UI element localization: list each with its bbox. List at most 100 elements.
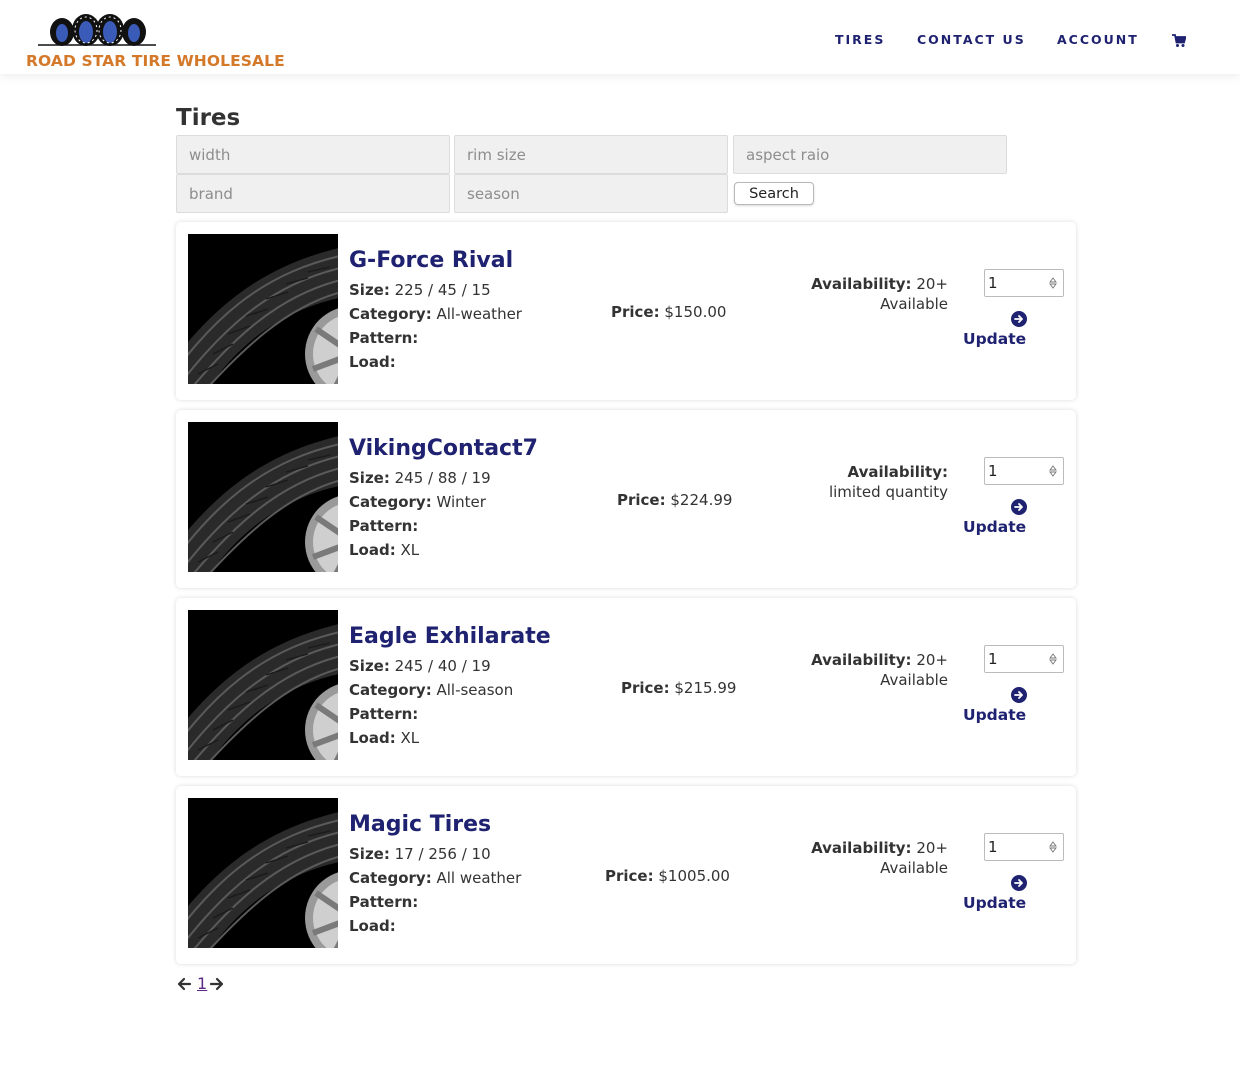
availability-label: Availability:: [847, 463, 949, 481]
price-label: Price:: [621, 679, 670, 697]
update-arrow-icon[interactable]: [1011, 311, 1027, 327]
rim-size-input[interactable]: [454, 135, 728, 174]
product-card: Eagle Exhilarate Size: 245 / 40 / 19 Cat…: [176, 598, 1076, 776]
availability-note: Available: [880, 859, 948, 877]
nav-account[interactable]: ACCOUNT: [1057, 32, 1139, 47]
load-row: Load:: [349, 353, 396, 371]
update-button[interactable]: Update: [963, 894, 1026, 912]
product-card: G-Force Rival Size: 225 / 45 / 15 Catego…: [176, 222, 1076, 400]
tire-image[interactable]: [188, 798, 338, 948]
product-card: VikingContact7 Size: 245 / 88 / 19 Categ…: [176, 410, 1076, 588]
size-value: 245 / 88 / 19: [394, 469, 491, 487]
price-row: Price: $215.99: [621, 679, 736, 697]
category-row: Category: Winter: [349, 493, 486, 511]
pattern-label: Pattern:: [349, 705, 419, 723]
price-value: $1005.00: [658, 867, 730, 885]
update-arrow-icon[interactable]: [1011, 687, 1027, 703]
size-row: Size: 245 / 88 / 19: [349, 469, 491, 487]
load-value: XL: [400, 729, 420, 747]
quantity-stepper-icon[interactable]: [1049, 653, 1057, 665]
size-label: Size:: [349, 657, 390, 675]
tire-photo-icon: [188, 234, 338, 384]
tire-image[interactable]: [188, 610, 338, 760]
category-label: Category:: [349, 305, 432, 323]
pattern-row: Pattern:: [349, 705, 418, 723]
tire-name-link[interactable]: G-Force Rival: [349, 248, 513, 273]
tire-name-link[interactable]: Magic Tires: [349, 812, 491, 837]
nav-contact-us[interactable]: CONTACT US: [917, 32, 1026, 47]
category-row: Category: All-season: [349, 681, 513, 699]
price-row: Price: $150.00: [611, 303, 726, 321]
price-label: Price:: [605, 867, 654, 885]
price-row: Price: $1005.00: [605, 867, 730, 885]
size-label: Size:: [349, 469, 390, 487]
availability-note: limited quantity: [828, 483, 948, 501]
update-arrow-icon[interactable]: [1011, 499, 1027, 515]
price-value: $224.99: [670, 491, 733, 509]
load-value: XL: [400, 541, 420, 559]
aspect-ratio-input[interactable]: [733, 135, 1007, 174]
quantity-stepper-icon[interactable]: [1049, 465, 1057, 477]
brand-name: ROAD STAR TIRE WHOLESALE: [26, 52, 285, 70]
availability-label: Availability:: [811, 651, 912, 669]
size-row: Size: 225 / 45 / 15: [349, 281, 491, 299]
tire-photo-icon: [188, 798, 338, 948]
width-input[interactable]: [176, 135, 450, 174]
quantity-stepper-icon[interactable]: [1049, 841, 1057, 853]
tire-name-link[interactable]: VikingContact7: [349, 436, 538, 461]
tire-image[interactable]: [188, 234, 338, 384]
category-value: All weather: [436, 869, 522, 887]
quantity-stepper-icon[interactable]: [1049, 277, 1057, 289]
cart-icon[interactable]: [1172, 34, 1186, 48]
tire-photo-icon: [188, 610, 338, 760]
availability-value: 20+: [916, 275, 948, 293]
page-title: Tires: [176, 105, 241, 131]
price-value: $215.99: [674, 679, 737, 697]
site-header: ROAD STAR TIRE WHOLESALE TIRES CONTACT U…: [0, 0, 1240, 74]
pattern-label: Pattern:: [349, 517, 419, 535]
load-row: Load:: [349, 917, 396, 935]
previous-page-arrow-icon[interactable]: [176, 976, 192, 992]
tire-photo-icon: [188, 422, 338, 572]
size-row: Size: 245 / 40 / 19: [349, 657, 491, 675]
pattern-row: Pattern:: [349, 517, 418, 535]
availability-note: Available: [880, 295, 948, 313]
next-page-arrow-icon[interactable]: [209, 976, 225, 992]
size-row: Size: 17 / 256 / 10: [349, 845, 491, 863]
availability: Availability: 20+ Available: [811, 838, 948, 878]
category-label: Category:: [349, 681, 432, 699]
availability-value: 20+: [916, 651, 948, 669]
category-value: All-season: [436, 681, 514, 699]
price-label: Price:: [617, 491, 666, 509]
load-row: Load: XL: [349, 729, 419, 747]
load-label: Load:: [349, 917, 396, 935]
category-value: Winter: [436, 493, 486, 511]
main-nav: TIRES CONTACT US ACCOUNT: [0, 32, 1240, 52]
size-value: 17 / 256 / 10: [394, 845, 491, 863]
availability-label: Availability:: [811, 275, 912, 293]
tire-name-link[interactable]: Eagle Exhilarate: [349, 624, 551, 649]
load-row: Load: XL: [349, 541, 419, 559]
season-input[interactable]: [454, 174, 728, 213]
size-value: 245 / 40 / 19: [394, 657, 491, 675]
size-label: Size:: [349, 281, 390, 299]
category-row: Category: All-weather: [349, 305, 522, 323]
pattern-row: Pattern:: [349, 329, 418, 347]
search-button[interactable]: Search: [734, 182, 814, 205]
update-button[interactable]: Update: [963, 518, 1026, 536]
category-label: Category:: [349, 869, 432, 887]
load-label: Load:: [349, 541, 396, 559]
category-row: Category: All weather: [349, 869, 521, 887]
load-label: Load:: [349, 353, 396, 371]
update-button[interactable]: Update: [963, 706, 1026, 724]
price-row: Price: $224.99: [617, 491, 732, 509]
availability: Availability: 20+ Available: [811, 274, 948, 314]
update-arrow-icon[interactable]: [1011, 875, 1027, 891]
nav-tires[interactable]: TIRES: [835, 32, 885, 47]
availability: Availability: limited quantity: [829, 462, 948, 502]
tire-image[interactable]: [188, 422, 338, 572]
update-button[interactable]: Update: [963, 330, 1026, 348]
brand-input[interactable]: [176, 174, 450, 213]
pattern-row: Pattern:: [349, 893, 418, 911]
page-number-link[interactable]: 1: [197, 974, 207, 993]
